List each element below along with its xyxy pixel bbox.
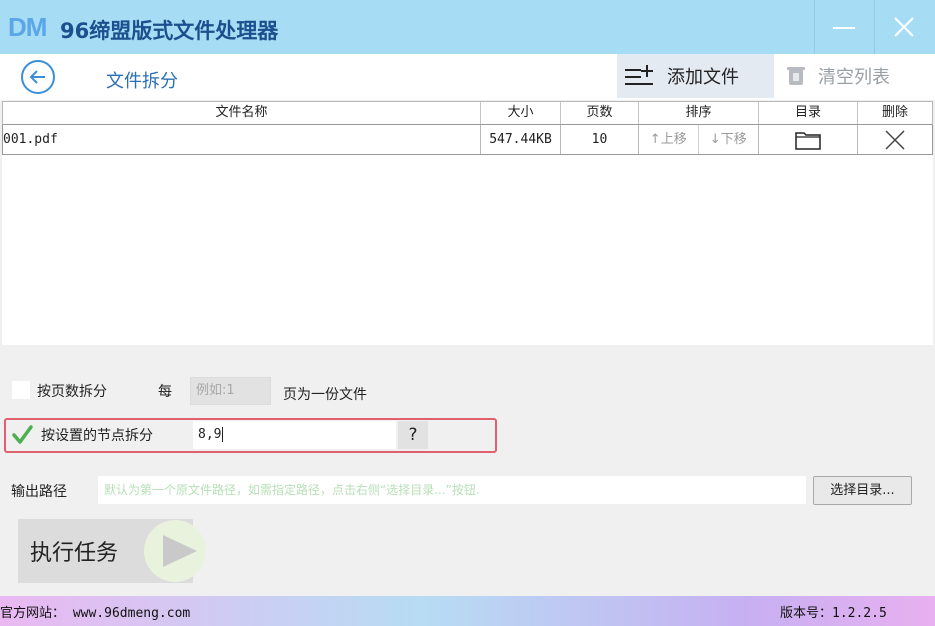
move-down-button[interactable]: ↓下移 [699, 125, 759, 154]
per-file-label: 页为一份文件 [283, 387, 367, 403]
open-directory-button[interactable] [759, 125, 858, 154]
minimize-button[interactable] [814, 0, 872, 54]
minimize-icon [832, 27, 855, 29]
title-bar: DM 96缔盟版式文件处理器 [0, 0, 935, 54]
run-task-button[interactable]: 执行任务 [18, 519, 206, 583]
text-cursor [222, 427, 224, 442]
folder-icon [795, 131, 821, 150]
toolbar: 文件拆分 添加文件 清空列表 [0, 54, 935, 100]
table-header: 文件名称 大小 页数 排序 目录 删除 [2, 101, 933, 125]
close-button[interactable] [874, 0, 932, 54]
trash-icon [787, 67, 805, 85]
choose-directory-button[interactable]: 选择目录... [813, 476, 912, 505]
sort-cell: ↑上移 ↓下移 [639, 125, 759, 154]
version-text: 版本号：1.2.2.5 [780, 606, 887, 621]
clear-list-button[interactable]: 清空列表 [786, 54, 934, 98]
move-up-button[interactable]: ↑上移 [639, 125, 699, 154]
col-header-pages: 页数 [561, 102, 639, 124]
col-header-sort: 排序 [639, 102, 759, 124]
file-size-cell: 547.44KB [481, 125, 561, 154]
close-icon [893, 17, 914, 37]
add-list-icon [625, 65, 653, 85]
split-by-nodes-label: 按设置的节点拆分 [41, 428, 153, 444]
split-by-pages-checkbox[interactable] [12, 381, 30, 399]
play-icon [163, 535, 197, 567]
output-path-label: 输出路径 [11, 484, 67, 500]
delete-row-button[interactable] [858, 125, 932, 154]
app-logo: DM [8, 12, 47, 42]
table-row[interactable]: 001.pdf 547.44KB 10 ↑上移 ↓下移 [2, 125, 933, 155]
col-header-delete: 删除 [881, 105, 908, 120]
add-file-label: 添加文件 [667, 67, 739, 88]
arrow-left-icon [29, 70, 45, 84]
col-header-size: 大小 [481, 102, 561, 124]
website-text: 官方网站： www.96dmeng.com [0, 606, 191, 621]
page-count-cell: 10 [561, 125, 639, 154]
page-title: 文件拆分 [106, 71, 178, 92]
file-table: 文件名称 大小 页数 排序 目录 删除 001.pdf 547.44KB 10 … [2, 101, 933, 345]
split-by-pages-label: 按页数拆分 [37, 384, 107, 400]
every-label: 每 [158, 384, 172, 400]
help-button[interactable]: ? [398, 421, 428, 449]
col-header-name: 文件名称 [3, 102, 481, 124]
col-header-directory: 目录 [759, 102, 858, 124]
nodes-input-value: 8,9 [198, 427, 222, 442]
run-task-label: 执行任务 [30, 541, 119, 566]
checkmark-icon[interactable] [11, 424, 33, 446]
back-button[interactable] [21, 60, 55, 94]
app-title: 96缔盟版式文件处理器 [60, 19, 279, 43]
status-bar: 官方网站： www.96dmeng.com 版本号：1.2.2.5 [0, 596, 935, 626]
delete-x-icon [885, 129, 905, 150]
nodes-input[interactable]: 8,9 [193, 421, 396, 449]
output-path-input[interactable]: 默认为第一个原文件路径，如需指定路径，点击右侧“选择目录...”按钮. [98, 476, 806, 504]
pages-per-file-input[interactable]: 例如:1 [190, 377, 271, 405]
clear-list-label: 清空列表 [818, 67, 890, 88]
file-name-cell: 001.pdf [3, 125, 481, 154]
add-file-button[interactable]: 添加文件 [617, 54, 774, 98]
